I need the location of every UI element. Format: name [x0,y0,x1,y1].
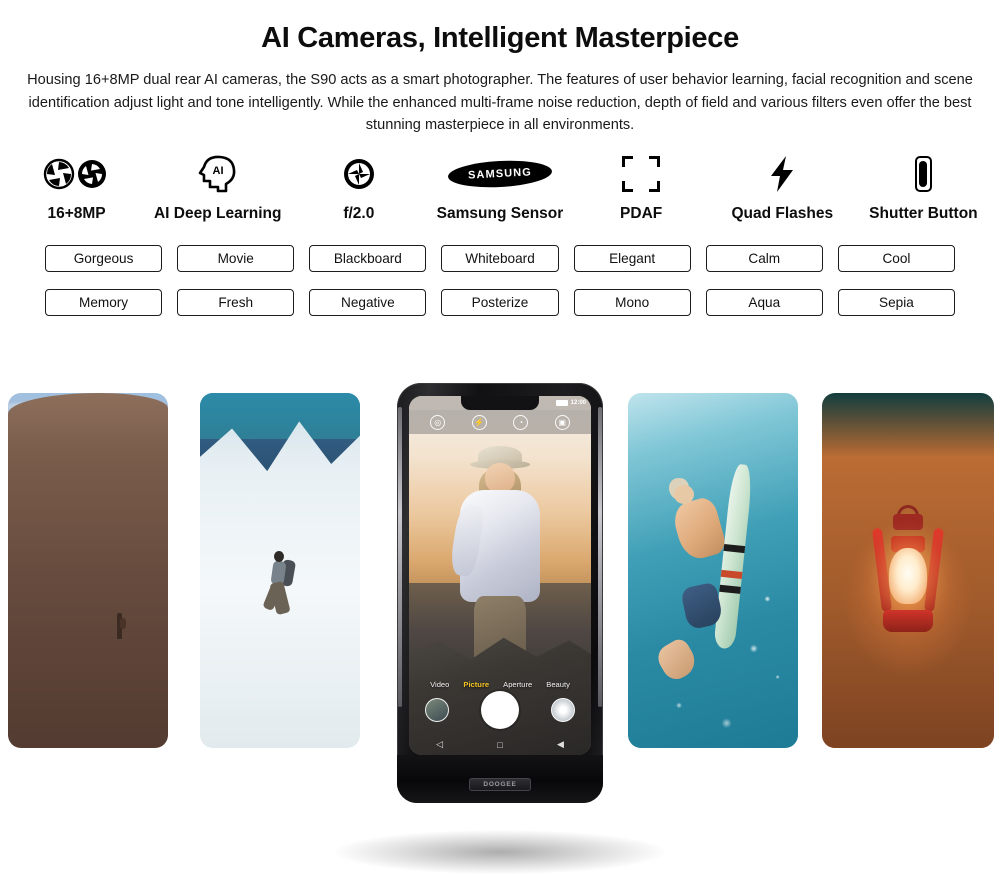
feature-label: Samsung Sensor [436,204,564,222]
feature-label: 16+8MP [47,204,106,222]
filter-chip-mono[interactable]: Mono [573,288,691,316]
camera-mode-aperture[interactable]: Aperture [503,680,532,689]
hiker-silhouette [116,613,126,640]
phone-drop-shadow [335,830,665,874]
filter-chip-calm[interactable]: Calm [705,244,823,272]
ai-head-icon: AI [196,153,240,195]
samsung-logo-icon: SAMSUNG [447,153,553,195]
focus-brackets-icon [622,153,661,195]
camera-mode-beauty[interactable]: Beauty [546,680,570,689]
filter-chip-memory[interactable]: Memory [45,288,163,316]
feature-pdaf: PDAF [571,153,712,223]
underwater-surfer-photo [628,393,798,748]
home-nav-icon[interactable]: □ [497,740,502,750]
feature-ai-deep-learning: AI AI Deep Learning [147,153,288,223]
battery-icon [555,400,568,406]
recents-nav-icon[interactable]: ◀ [557,739,564,750]
camera-bottom-controls [409,689,591,731]
lightning-bolt-icon [767,153,797,195]
desert-sunset-photo [8,393,168,748]
feature-shutter-button: Shutter Button [853,153,994,223]
filter-effects-button[interactable] [551,698,575,722]
oil-lantern [871,504,945,649]
shutter-button-icon [914,153,932,195]
sand-dune [8,393,168,748]
dual-aperture-icon [41,153,113,195]
camera-top-controls: ◎ ⚡ ◔ ▣ [409,410,591,434]
phone-side-rail-right [598,407,602,707]
display-notch [461,396,539,410]
feature-aperture: f/2.0 [288,153,429,223]
filter-chip-fresh[interactable]: Fresh [177,288,295,316]
page-title: AI Cameras, Intelligent Masterpiece [261,22,739,54]
feature-16-8mp: 16+8MP [6,153,147,223]
svg-text:AI: AI [212,165,223,177]
brand-text: DOOGEE [483,781,517,788]
water-bubbles [628,393,798,748]
hiker-figure [262,549,297,617]
filter-chip-blackboard[interactable]: Blackboard [309,244,427,272]
phone-mockup: 12:00 ◎ ⚡ ◔ ▣ Video Picture Aperture Bea… [397,383,603,803]
camera-switch-icon[interactable]: ▣ [554,414,570,430]
filter-chip-grid: Gorgeous Movie Blackboard Whiteboard Ele… [0,223,1000,316]
feature-label: Quad Flashes [731,204,834,222]
mountain-hiker-photo [200,393,360,748]
filter-chip-negative[interactable]: Negative [309,288,427,316]
phone-side-rail-left [398,407,402,707]
filter-chip-sepia[interactable]: Sepia [837,288,955,316]
feature-label: PDAF [620,204,663,222]
filter-chip-cool[interactable]: Cool [837,244,955,272]
camera-mode-tabs: Video Picture Aperture Beauty [409,680,591,689]
intro-paragraph: Housing 16+8MP dual rear AI cameras, the… [27,72,973,133]
filter-chip-posterize[interactable]: Posterize [441,288,559,316]
aperture-wheel-icon [341,153,377,195]
phone-bottom-bezel: DOOGEE [397,755,603,803]
back-nav-icon[interactable]: ◁ [436,739,443,750]
feature-label: Shutter Button [869,204,978,222]
hdr-settings-icon[interactable]: ◎ [430,414,446,430]
feature-label: AI Deep Learning [153,204,282,222]
phone-screen: 12:00 ◎ ⚡ ◔ ▣ Video Picture Aperture Bea… [409,396,591,755]
samsung-wordmark: SAMSUNG [467,165,533,182]
timer-icon[interactable]: ◔ [513,414,529,430]
camera-mode-picture[interactable]: Picture [463,680,489,689]
filter-chip-movie[interactable]: Movie [177,244,295,272]
feature-samsung-sensor: SAMSUNG Samsung Sensor [429,153,570,223]
doogee-brand-plate: DOOGEE [469,778,531,791]
filter-chip-aqua[interactable]: Aqua [705,288,823,316]
shutter-capture-button[interactable] [481,691,519,729]
flash-icon[interactable]: ⚡ [471,414,487,430]
filter-chip-elegant[interactable]: Elegant [573,244,691,272]
lake [200,393,360,440]
gallery-thumbnail-button[interactable] [425,698,449,722]
camera-mode-video[interactable]: Video [430,680,449,689]
android-nav-bar: ◁ □ ◀ [409,739,591,750]
feature-quad-flashes: Quad Flashes [712,153,853,223]
filter-chip-whiteboard[interactable]: Whiteboard [441,244,559,272]
status-clock: 12:00 [570,400,586,406]
feature-label: f/2.0 [343,204,375,222]
feature-row: 16+8MP AI AI Deep Learning f/2.0 SAMSUNG… [0,153,1000,223]
filter-chip-gorgeous[interactable]: Gorgeous [45,244,163,272]
red-lantern-photo [822,393,994,748]
